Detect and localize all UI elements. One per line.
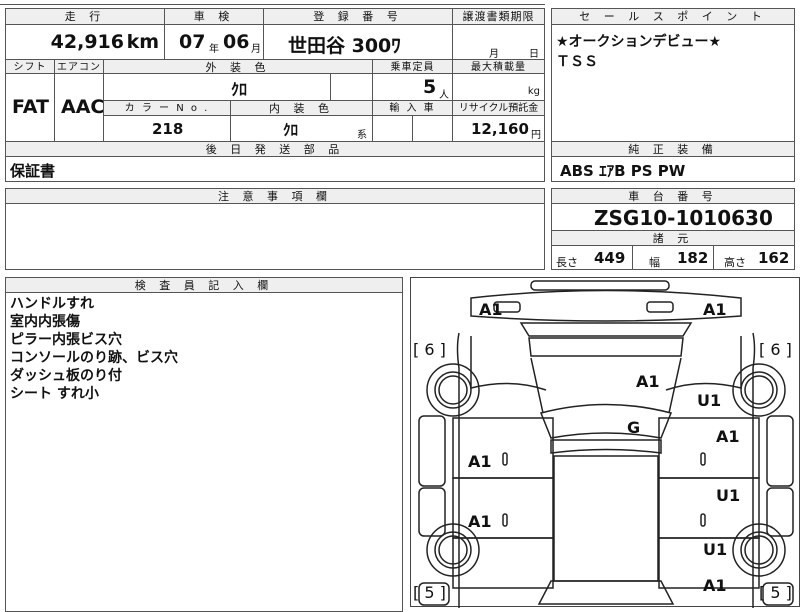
length-value: 449	[594, 249, 626, 267]
registration-header: 登 録 番 号	[263, 8, 453, 25]
mark-tire-rear-right: [ 5 ]	[759, 583, 792, 602]
mark-u1-door-right-rear: U1	[716, 486, 741, 505]
mark-u1-quarter-right: U1	[703, 540, 728, 559]
width-label: 幅	[649, 256, 660, 269]
width-value: 182	[677, 249, 709, 267]
equipment-value: ABS ｴｱB PS PW	[560, 162, 686, 180]
height-label: 高さ	[724, 256, 746, 269]
maxload-unit: kg	[527, 86, 540, 97]
capacity-unit: 人	[439, 90, 449, 101]
capacity-header: 乗車定員	[372, 59, 453, 74]
exterior-divider	[330, 74, 331, 100]
mileage-value: 42,916	[50, 31, 124, 53]
car-outline	[418, 280, 794, 608]
mark-a1-hood: A1	[636, 372, 660, 391]
capacity-value: 5	[423, 76, 437, 98]
recycle-header: リサイクル預託金	[452, 100, 545, 116]
mark-a1-door-left-front: A1	[468, 452, 492, 471]
interior-suffix: 系	[357, 130, 367, 141]
chassis-cell: ZSG10-1010630	[551, 203, 795, 231]
dims-header: 諸 元	[551, 230, 795, 246]
height-cell: 高さ 162	[713, 245, 795, 270]
import-cell	[372, 115, 453, 142]
inspector-line-6: シート すれ小	[10, 386, 99, 402]
inspector-line-5: ダッシュ板のり付	[10, 368, 122, 384]
mark-a1-front-left: A1	[479, 300, 503, 319]
transfer-header: 譲渡書類期限	[452, 8, 545, 25]
recycle-value: 12,160	[471, 120, 529, 138]
sales-point-cell: ★オークションデビュー★ ＴＳＳ	[551, 24, 795, 142]
notes-cell	[5, 203, 545, 270]
mark-g-windshield: G	[627, 418, 641, 437]
aircon-value: AAC	[61, 96, 105, 118]
inspection-cell: 07 年 06 月	[164, 24, 264, 60]
maxload-cell: kg	[452, 73, 545, 101]
transfer-day-unit: 日	[529, 49, 539, 60]
shift-value: FAT	[12, 96, 49, 118]
later-parts-value: 保証書	[10, 162, 56, 180]
equipment-cell: ABS ｴｱB PS PW	[551, 156, 795, 182]
mileage-cell: 42,916 km	[5, 24, 165, 60]
inspector-line-2: 室内内張傷	[10, 314, 80, 330]
capacity-cell: 5 人	[372, 73, 453, 101]
later-parts-cell: 保証書	[5, 156, 545, 182]
length-cell: 長さ 449	[551, 245, 633, 270]
inspection-month-unit: 月	[251, 44, 261, 55]
exterior-value: ｸﾛ	[231, 80, 248, 99]
mark-a1-front-right: A1	[703, 300, 727, 319]
length-label: 長さ	[556, 256, 578, 269]
later-parts-header: 後 日 発 送 部 品	[5, 141, 545, 157]
width-cell: 幅 182	[632, 245, 714, 270]
color-no-header: カ ラ ー N o .	[103, 100, 231, 116]
height-value: 162	[758, 249, 790, 267]
inspection-header: 車 検	[164, 8, 264, 25]
mark-tire-rear-left: [ 5 ]	[413, 583, 446, 602]
recycle-unit: 円	[531, 130, 541, 141]
mark-a1-door-left-rear: A1	[468, 512, 492, 531]
registration-cell: 世田谷 300ﾜ1967	[263, 24, 453, 80]
mileage-unit: km	[126, 31, 159, 53]
interior-header: 内 装 色	[230, 100, 373, 116]
transfer-month-unit: 月	[489, 49, 499, 60]
inspector-cell: ハンドルすれ 室内内張傷 ピラー内張ビス穴 コンソールのり跡、ビス穴 ダッシュ板…	[5, 292, 403, 612]
inspection-year-unit: 年	[209, 44, 219, 55]
recycle-cell: 12,160 円	[452, 115, 545, 142]
transfer-cell: 月 日	[452, 24, 545, 60]
equipment-header: 純 正 装 備	[551, 141, 795, 157]
inspector-line-3: ピラー内張ビス穴	[10, 332, 122, 348]
chassis-header: 車 台 番 号	[551, 188, 795, 204]
aircon-header: エアコン	[54, 59, 104, 74]
car-diagram: A1 A1 [ 6 ] [ 6 ] A1 U1 G A1 A1 U1 A1 U1…	[410, 277, 800, 608]
exterior-header: 外 装 色	[103, 59, 373, 74]
shift-cell: FAT	[5, 73, 55, 142]
chassis-value: ZSG10-1010630	[594, 206, 773, 230]
sales-point-line-2: ＴＳＳ	[556, 54, 598, 70]
sales-point-header: セ ー ル ス ポ イ ン ト	[551, 8, 795, 25]
notes-header: 注 意 事 項 欄	[5, 188, 545, 204]
mark-a1-door-right: A1	[716, 427, 740, 446]
import-divider	[412, 116, 413, 141]
interior-cell: ｸﾛ 系	[230, 115, 373, 142]
top-border-strip	[0, 0, 545, 5]
import-header: 輸 入 車	[372, 100, 453, 116]
inspection-year: 07	[179, 31, 206, 53]
inspection-month: 06	[223, 31, 250, 53]
mileage-header: 走 行	[5, 8, 165, 25]
mark-tire-front-left: [ 6 ]	[413, 340, 446, 359]
exterior-cell: ｸﾛ	[103, 73, 373, 101]
interior-value: ｸﾛ	[283, 121, 299, 139]
sales-point-line-1: ★オークションデビュー★	[556, 34, 722, 50]
shift-header: シフト	[5, 59, 55, 74]
mark-a1-rear-right: A1	[703, 576, 727, 595]
color-no-value: 218	[152, 120, 184, 138]
aircon-cell: AAC	[54, 73, 104, 142]
color-no-cell: 218	[103, 115, 231, 142]
mark-tire-front-right: [ 6 ]	[759, 340, 792, 359]
inspector-line-4: コンソールのり跡、ビス穴	[10, 350, 178, 366]
mark-u1-fender-right: U1	[697, 391, 722, 410]
inspector-line-1: ハンドルすれ	[10, 296, 94, 312]
maxload-header: 最大積載量	[452, 59, 545, 74]
inspector-header: 検 査 員 記 入 欄	[5, 277, 403, 293]
